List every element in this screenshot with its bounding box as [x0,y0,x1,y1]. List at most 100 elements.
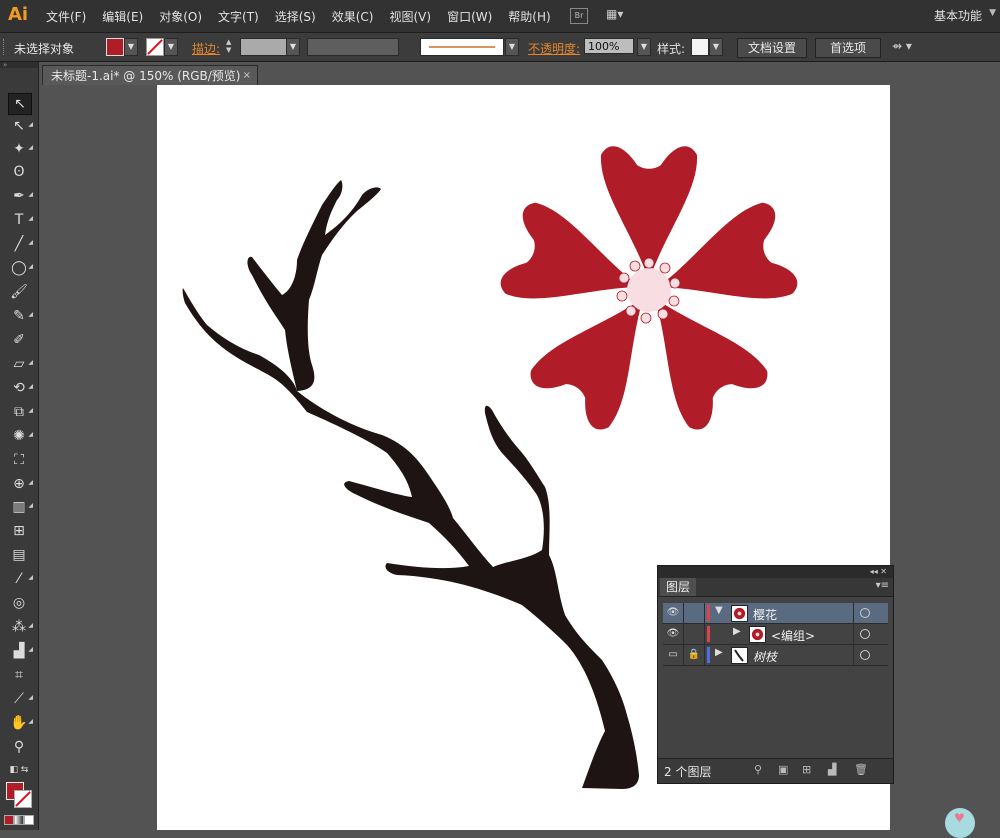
magic-wand-tool-icon[interactable]: ✦ ◢ [8,139,33,159]
target-cell[interactable] [853,624,888,644]
lock-toggle[interactable] [684,603,705,623]
stroke-dropdown-icon[interactable]: ▼ [164,38,178,56]
layer-name[interactable]: 樱花 [753,606,777,623]
target-cell[interactable] [853,645,888,665]
paintbrush-tool-icon[interactable]: 🖌 [8,282,30,302]
none-mode-icon[interactable] [24,815,34,825]
graphic-style-swatch[interactable] [691,38,709,56]
stroke-weight-field[interactable] [240,38,288,56]
type-tool-icon[interactable]: T ◢ [8,210,33,230]
opacity-input[interactable]: 100% [584,38,634,54]
scale-tool-icon[interactable]: ⧉ ◢ [8,402,33,422]
stroke-weight-dropdown-icon[interactable]: ▼ [286,38,300,56]
pen-tool-icon[interactable]: ✒ ◢ [8,186,33,206]
line-tool-icon[interactable]: ╱ ◢ [8,234,33,254]
layer-name[interactable]: 树枝 [753,648,777,665]
layer-count: 2 个图层 [664,765,712,779]
workspace-switcher[interactable]: 基本功能 [934,7,982,24]
visibility-eye-icon[interactable]: 👁 [663,603,684,623]
variable-width-profile[interactable] [307,38,399,56]
document-setup-button[interactable]: 文档设置 [737,38,807,58]
rotate-tool-icon[interactable]: ⟲ ◢ [8,378,33,398]
fill-dropdown-icon[interactable]: ▼ [124,38,138,56]
slice-tool-icon[interactable]: ⟋ ◢ [8,689,33,709]
brush-definition[interactable] [420,38,504,56]
eraser-tool-icon[interactable]: ▱ ◢ [8,354,33,374]
locate-object-icon[interactable]: ⚲ [754,763,762,776]
tab-layers[interactable]: 图层 [660,578,696,596]
perspective-grid-tool-icon[interactable]: ▥ ◢ [8,497,33,517]
template-visibility-icon[interactable]: ▭ [663,645,684,665]
lock-toggle[interactable] [684,624,705,644]
stroke-weight-stepper[interactable]: ▲ ▼ [226,38,236,56]
menu-view[interactable]: 视图(V) [389,8,431,25]
gradient-mode-icon[interactable] [14,815,24,825]
layer-row-group[interactable]: 👁 ▶ <编组> [663,624,888,645]
menu-window[interactable]: 窗口(W) [447,8,492,25]
cherry-blossom-artwork[interactable] [497,146,800,434]
artboard-tool-icon[interactable]: ⌗ [8,665,30,685]
gradient-tool-icon[interactable]: ▤ [8,545,30,565]
target-circle-icon[interactable] [860,629,870,639]
lock-icon[interactable]: 🔒 [684,645,705,665]
mesh-tool-icon[interactable]: ⊞ [8,521,30,541]
shape-builder-tool-icon[interactable]: ⊕ ◢ [8,474,33,494]
selection-tool-icon[interactable]: ↖ [8,93,32,115]
trash-icon[interactable]: 🗑 [854,763,868,776]
pin-icon[interactable]: ⇴ ▾ [892,39,912,53]
layer-row-sakura[interactable]: 👁 ▼ 樱花 [663,603,888,624]
menu-file[interactable]: 文件(F) [46,8,86,25]
ellipse-tool-icon[interactable]: ◯ ◢ [8,258,33,278]
direct-selection-tool-icon[interactable]: ↖ ◢ [8,116,33,136]
chevron-down-icon[interactable]: ▼ [989,8,996,18]
menu-object[interactable]: 对象(O) [159,8,202,25]
visibility-eye-icon[interactable]: 👁 [663,624,684,644]
color-mode-icon[interactable] [4,815,14,825]
menu-help[interactable]: 帮助(H) [508,8,550,25]
panel-grip[interactable] [3,39,7,55]
zoom-tool-icon[interactable]: ⚲ [8,737,30,757]
brush-dropdown-icon[interactable]: ▼ [505,38,519,56]
menu-select[interactable]: 选择(S) [275,8,316,25]
menu-effect[interactable]: 效果(C) [332,8,374,25]
new-layer-icon[interactable]: ▟ [828,763,836,776]
arrange-documents-icon[interactable]: ▦▾ [606,7,632,23]
stroke-label[interactable]: 描边: [192,40,220,57]
default-colors-icon[interactable]: ◧ ⇆ [8,760,30,780]
document-tab[interactable]: 未标题-1.ai* @ 150% (RGB/预览) × [42,65,258,85]
preferences-button[interactable]: 首选项 [815,38,881,58]
stroke-color-swatch[interactable] [146,38,164,56]
menu-edit[interactable]: 编辑(E) [102,8,143,25]
symbol-sprayer-tool-icon[interactable]: ⁂ ◢ [8,617,33,637]
layer-name[interactable]: <编组> [771,627,815,644]
fill-color-swatch[interactable] [106,38,124,56]
opacity-label[interactable]: 不透明度: [528,40,580,57]
target-cell[interactable] [853,603,888,623]
close-icon[interactable]: × [243,66,251,86]
panel-menu-icon[interactable]: ▾≡ [876,580,889,591]
expand-arrow-icon[interactable]: ▶ [715,647,723,658]
bridge-icon[interactable]: Br [570,8,588,24]
pencil-tool-icon[interactable]: ✎ ◢ [8,306,33,326]
tools-panel-header[interactable]: » [0,62,38,69]
clipping-mask-icon[interactable]: ▣ [778,763,788,776]
eyedropper-tool-icon[interactable]: ⁄ ◢ [8,569,33,589]
warp-tool-icon[interactable]: ✺ ◢ [8,426,33,446]
layer-row-branch[interactable]: ▭ 🔒 ▶ 树枝 [663,645,888,666]
panel-collapse-icon[interactable]: ◂◂ ✕ [658,566,893,578]
free-transform-tool-icon[interactable]: ⛶ [8,450,30,470]
lasso-tool-icon[interactable]: ʘ [8,162,30,182]
target-circle-icon[interactable] [860,608,870,618]
expand-arrow-icon[interactable]: ▶ [733,626,741,637]
stroke-color-box[interactable] [14,790,32,808]
style-dropdown-icon[interactable]: ▼ [709,38,723,56]
column-graph-tool-icon[interactable]: ▟ ◢ [8,641,33,661]
menu-type[interactable]: 文字(T) [218,8,259,25]
new-sublayer-icon[interactable]: ⊞ [802,763,811,776]
blob-brush-tool-icon[interactable]: ✐ [8,330,30,350]
expand-arrow-icon[interactable]: ▼ [715,605,723,616]
target-circle-icon[interactable] [860,650,870,660]
blend-tool-icon[interactable]: ◎ [8,593,30,613]
opacity-dropdown-icon[interactable]: ▼ [637,38,651,56]
hand-tool-icon[interactable]: ✋ ◢ [8,713,33,733]
